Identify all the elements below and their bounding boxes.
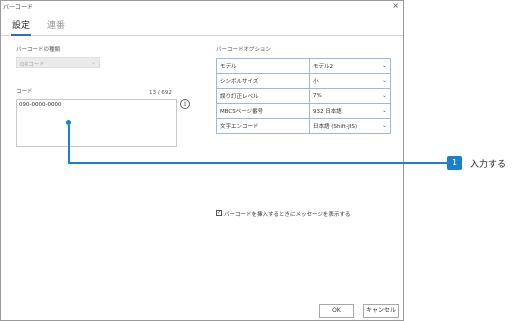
option-key: モデル: [216, 58, 310, 74]
options-row: モデル モデル2 ⌄: [216, 58, 391, 74]
options-row: 文字エンコード 日本語 (Shift-JIS) ⌄: [216, 118, 391, 134]
options-row: 誤り訂正レベル 7% ⌄: [216, 88, 391, 104]
tab-serial[interactable]: 連番: [47, 18, 65, 31]
ok-button[interactable]: OK: [319, 304, 354, 318]
callout-leader-vertical: [68, 125, 70, 164]
show-message-checkbox[interactable]: ✓: [216, 210, 222, 216]
barcode-type-value: QRコード: [20, 62, 45, 68]
tab-settings[interactable]: 設定: [10, 18, 32, 36]
cancel-button[interactable]: キャンセル: [363, 304, 399, 318]
callout-number-badge: 1: [447, 156, 462, 170]
option-value: 日本語 (Shift-JIS): [313, 124, 358, 130]
code-input-value: 090-0000-0000: [19, 102, 62, 108]
barcode-type-select: QRコード ⌄: [16, 57, 100, 68]
chevron-down-icon: ⌄: [381, 107, 387, 114]
options-row: シンボルサイズ 小 ⌄: [216, 73, 391, 89]
code-input[interactable]: 090-0000-0000: [16, 99, 177, 147]
option-model-select[interactable]: モデル2 ⌄: [309, 58, 391, 74]
option-error-level-select[interactable]: 7% ⌄: [309, 88, 391, 104]
option-key: シンボルサイズ: [216, 73, 310, 89]
chevron-down-icon: ⌄: [381, 77, 387, 84]
show-message-label: バーコードを挿入するときにメッセージを表示する: [224, 212, 351, 218]
option-key: 文字エンコード: [216, 118, 310, 134]
info-icon[interactable]: i: [180, 99, 190, 109]
options-row: MBCSページ番号 932 日本語 ⌄: [216, 103, 391, 119]
close-icon[interactable]: ×: [392, 1, 399, 10]
chevron-down-icon: ⌄: [90, 59, 96, 66]
code-label: コード: [16, 89, 33, 95]
options-table: モデル モデル2 ⌄ シンボルサイズ 小 ⌄ 誤り訂正レベル 7% ⌄ MBCSページ…: [216, 58, 391, 134]
barcode-dialog: バーコード × 設定 連番 バーコードの種類 QRコード ⌄ コード 13 / …: [0, 0, 404, 321]
option-key: MBCSページ番号: [216, 103, 310, 119]
char-counter: 13 / 692: [149, 90, 172, 96]
option-key: 誤り訂正レベル: [216, 88, 310, 104]
title-bar: バーコード ×: [1, 1, 403, 13]
options-header: バーコードオプション: [216, 47, 272, 53]
option-encoding-select[interactable]: 日本語 (Shift-JIS) ⌄: [309, 118, 391, 134]
option-value: モデル2: [313, 64, 333, 70]
option-value: 小: [313, 79, 319, 85]
option-value: 7%: [313, 93, 322, 99]
option-mbcs-select[interactable]: 932 日本語 ⌄: [309, 103, 391, 119]
option-symbol-size-select[interactable]: 小 ⌄: [309, 73, 391, 89]
tab-bar: 設定 連番: [1, 15, 403, 36]
barcode-type-label: バーコードの種類: [16, 47, 61, 53]
chevron-down-icon: ⌄: [381, 92, 387, 99]
chevron-down-icon: ⌄: [381, 62, 387, 69]
window-title: バーコード: [3, 4, 34, 11]
chevron-down-icon: ⌄: [381, 122, 387, 129]
callout-text: 入力する: [470, 160, 507, 170]
option-value: 932 日本語: [313, 109, 342, 115]
callout-leader-horizontal: [68, 162, 448, 164]
